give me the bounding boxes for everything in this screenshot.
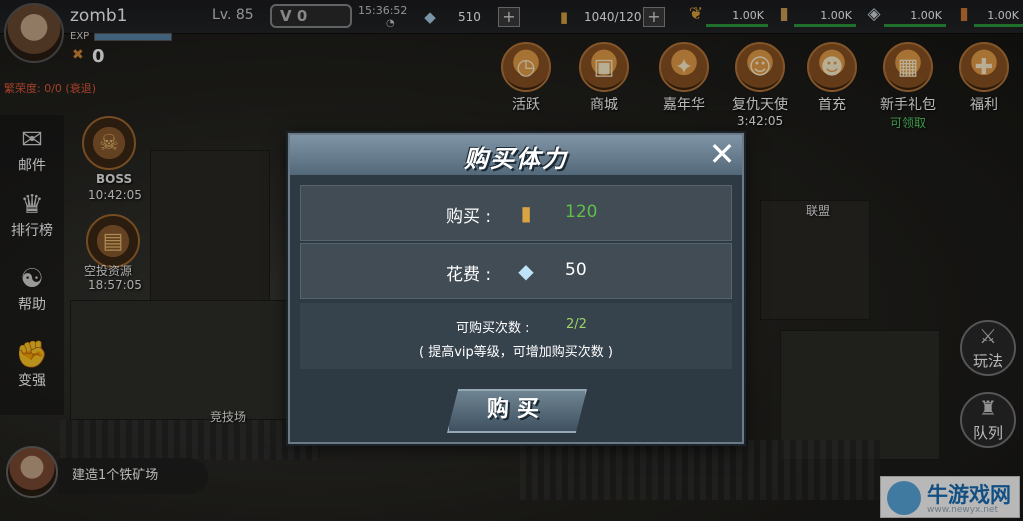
dialog-title: 购买体力 [464, 145, 568, 173]
diamond-icon: ◆ [518, 259, 534, 283]
close-icon[interactable]: ✕ [704, 137, 740, 173]
purchase-count-value: 2/2 [566, 317, 587, 332]
purchase-count-label: 可购买次数 : [456, 321, 530, 336]
cost-amount: 50 [565, 260, 587, 280]
buy-amount-row: 购买 : ▮ 120 [300, 185, 732, 241]
stamina-can-icon: ▮ [520, 201, 532, 225]
buy-label: 购买 : [446, 207, 492, 227]
cost-label: 花费 : [446, 265, 492, 285]
vip-hint: ( 提高vip等级，可增加购买次数 ) [419, 345, 613, 360]
buy-button[interactable]: 购买 [447, 389, 587, 433]
purchase-info: 可购买次数 : 2/2 ( 提高vip等级，可增加购买次数 ) [300, 303, 732, 369]
cost-row: 花费 : ◆ 50 [300, 243, 732, 299]
buy-amount: 120 [565, 202, 598, 222]
buy-stamina-dialog: 购买体力 ✕ 购买 : ▮ 120 花费 : ◆ 50 可购买次数 : 2/2 … [288, 133, 744, 444]
